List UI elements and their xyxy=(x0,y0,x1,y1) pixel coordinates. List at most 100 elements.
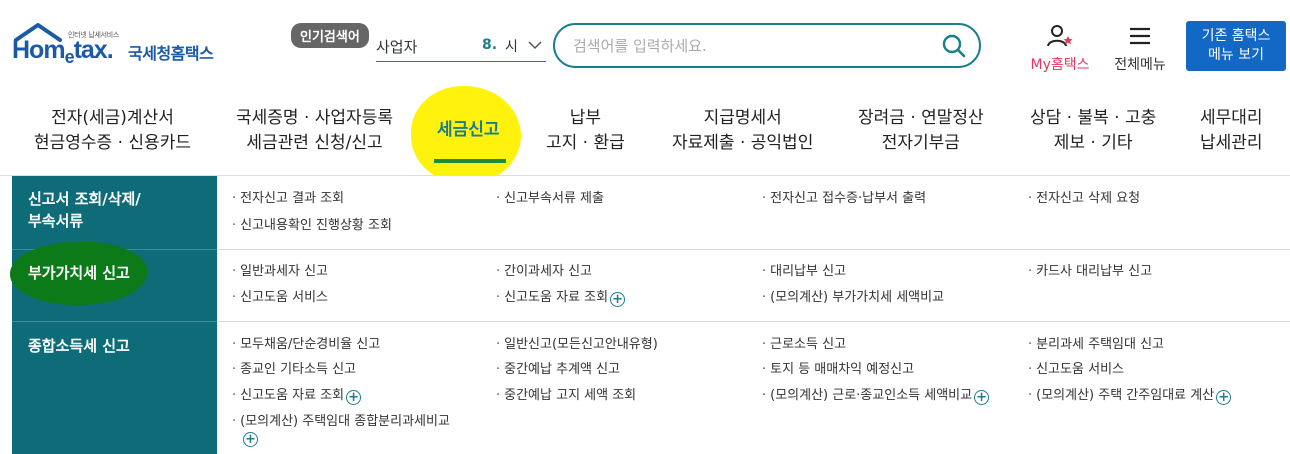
plus-circle-icon[interactable]: + xyxy=(610,292,626,307)
gnb-tax-filing[interactable]: 세금신고 xyxy=(437,118,500,143)
gnb-label-line1: 세금신고 xyxy=(437,120,500,140)
gnb-label-line1: 납부 xyxy=(569,108,602,128)
hometax-logo[interactable]: 인터넷 납세서비스 Hometax. 국세청홈택스 xyxy=(12,22,232,68)
link-label: 모두채움/단순경비율 신고 xyxy=(240,337,381,352)
link-income-land-gain[interactable]: · 토지 등 매매차익 예정신고 xyxy=(762,361,914,379)
user-star-icon xyxy=(1047,25,1073,47)
link-label: 전자신고 삭제 요청 xyxy=(1036,191,1141,206)
logo-wordmark-post: tax. xyxy=(73,36,114,64)
link-vat-proxy[interactable]: · 대리납부 신고 xyxy=(762,263,846,281)
gnb-label-line2: 고지 · 환급 xyxy=(546,133,625,153)
plus-circle-icon[interactable]: + xyxy=(974,390,990,405)
gnb-e-invoice[interactable]: 전자(세금)계산서 현금영수증 · 신용카드 xyxy=(34,106,191,156)
logo-wordmark-e: e xyxy=(64,47,75,67)
link-label: (모의계산) 주택 간주임대료 계산 xyxy=(1036,388,1215,403)
popular-search-badge: 인기검색어 xyxy=(291,23,369,48)
logo-wordmark-pre: Hom xyxy=(12,36,66,64)
search-box xyxy=(553,23,981,68)
link-vat-general[interactable]: · 일반과세자 신고 xyxy=(232,263,328,281)
gnb-label-line1: 국세증명 · 사업자등록 xyxy=(236,108,393,128)
gnb-label-line2: 세금관련 신청/신고 xyxy=(246,133,383,153)
link-income-general[interactable]: · 일반신고(모든신고안내유형) xyxy=(496,336,658,354)
link-income-simulation-deemed-rent[interactable]: · (모의계산) 주택 간주임대료 계산 + xyxy=(1028,387,1232,405)
gnb-label-line2: 제보 · 기타 xyxy=(1053,133,1133,153)
section-title-income-tax[interactable]: 종합소득세 신고 xyxy=(28,335,130,357)
link-label: 근로소득 신고 xyxy=(770,337,847,352)
logo-korean-name: 국세청홈택스 xyxy=(128,44,214,63)
link-income-simulation-rental[interactable]: · (모의계산) 주택임대 종합분리과세비교 xyxy=(232,413,450,431)
gnb-label-line2: 현금영수증 · 신용카드 xyxy=(34,133,191,153)
link-label: 신고도움 서비스 xyxy=(1036,362,1124,377)
gnb-label-line2: 전자기부금 xyxy=(881,133,960,153)
link-label: 간이과세자 신고 xyxy=(504,264,592,279)
chevron-down-icon[interactable] xyxy=(528,40,542,50)
gnb-label-line1: 지급명세서 xyxy=(703,108,782,128)
all-menu-button[interactable]: 전체메뉴 xyxy=(1108,24,1172,74)
gnb-tax-agent[interactable]: 세무대리 납세관리 xyxy=(1200,106,1263,156)
popular-rank-time: 시 xyxy=(505,39,518,55)
popular-rank-word[interactable]: 사업자 xyxy=(376,36,417,57)
link-income-religious[interactable]: · 종교인 기타소득 신고 xyxy=(232,361,356,379)
link-label: 일반과세자 신고 xyxy=(240,264,328,279)
gnb-label-line2: 납세관리 xyxy=(1200,133,1263,153)
link-label: (모의계산) 주택임대 종합분리과세비교 xyxy=(240,414,450,429)
link-income-interim-estimate[interactable]: · 중간예납 추계액 신고 xyxy=(496,361,620,379)
link-label: 대리납부 신고 xyxy=(770,264,847,279)
section-title-line1: 신고서 조회/삭제/ xyxy=(28,190,141,208)
gnb-incentive-yearend[interactable]: 장려금 · 연말정산 전자기부금 xyxy=(858,106,984,156)
link-vat-help-data[interactable]: · 신고도움 자료 조회 + xyxy=(496,289,626,307)
link-income-interim-notice[interactable]: · 중간예납 고지 세액 조회 xyxy=(496,387,636,405)
section-divider xyxy=(217,321,1290,322)
gnb-consult-appeal[interactable]: 상담 · 불복 · 고충 제보 · 기타 xyxy=(1030,106,1156,156)
section-divider xyxy=(217,249,1290,250)
link-label: 일반신고(모든신고안내유형) xyxy=(504,337,658,352)
link-label: 신고도움 자료 조회 xyxy=(504,290,609,305)
my-hometax-label: My홈택스 xyxy=(1030,57,1090,73)
link-label: 전자신고 접수증·납부서 출력 xyxy=(770,191,927,206)
gnb-payment-statement[interactable]: 지급명세서 자료제출 · 공익법인 xyxy=(672,106,813,156)
link-label: 분리과세 주택임대 신고 xyxy=(1036,337,1165,352)
popular-search-ticker[interactable]: 사업자 8. 시 xyxy=(376,32,546,62)
gnb-payment[interactable]: 납부 고지 · 환급 xyxy=(546,106,625,156)
link-vat-card-proxy[interactable]: · 카드사 대리납부 신고 xyxy=(1028,263,1152,281)
link-label: 종교인 기타소득 신고 xyxy=(240,362,357,377)
link-efile-result[interactable]: · 전자신고 결과 조회 xyxy=(232,190,344,208)
link-receipt-print[interactable]: · 전자신고 접수증·납부서 출력 xyxy=(762,190,926,208)
link-income-simulation-earned[interactable]: · (모의계산) 근로·종교인소득 세액비교 + xyxy=(762,387,990,405)
link-vat-simulation[interactable]: · (모의계산) 부가가치세 세액비교 xyxy=(762,289,944,307)
link-income-help-service[interactable]: · 신고도움 서비스 xyxy=(1028,361,1124,379)
link-label: 토지 등 매매차익 예정신고 xyxy=(770,362,915,377)
link-vat-simplified[interactable]: · 간이과세자 신고 xyxy=(496,263,592,281)
plus-circle-icon[interactable]: + xyxy=(243,432,258,447)
link-income-rental-separate[interactable]: · 분리과세 주택임대 신고 xyxy=(1028,336,1164,354)
search-icon[interactable] xyxy=(941,33,967,59)
link-label: 신고내용확인 진행상황 조회 xyxy=(240,218,392,233)
link-label: 카드사 대리납부 신고 xyxy=(1036,264,1153,279)
link-efile-delete[interactable]: · 전자신고 삭제 요청 xyxy=(1028,190,1140,208)
link-vat-help-service[interactable]: · 신고도움 서비스 xyxy=(232,289,328,307)
gnb-label-line1: 상담 · 불복 · 고충 xyxy=(1030,108,1157,128)
link-income-prefilled[interactable]: · 모두채움/단순경비율 신고 xyxy=(232,336,380,354)
plus-circle-icon[interactable]: + xyxy=(1216,390,1232,405)
logo-wordmark: Hometax. xyxy=(12,36,114,67)
search-input[interactable] xyxy=(573,34,913,58)
link-attachment-submit[interactable]: · 신고부속서류 제출 xyxy=(496,190,604,208)
plus-circle-icon[interactable]: + xyxy=(346,390,362,405)
gnb-label-line1: 전자(세금)계산서 xyxy=(51,108,174,128)
legacy-menu-line2: 메뉴 보기 xyxy=(1208,47,1264,63)
legacy-menu-button[interactable]: 기존 홈택스 메뉴 보기 xyxy=(1186,21,1286,71)
gnb-label-line1: 장려금 · 연말정산 xyxy=(858,108,984,128)
section-title-return-inquiry[interactable]: 신고서 조회/삭제/ 부속서류 xyxy=(28,188,141,232)
link-review-status[interactable]: · 신고내용확인 진행상황 조회 xyxy=(232,217,392,235)
my-hometax-button[interactable]: My홈택스 xyxy=(1024,24,1096,74)
legacy-menu-line1: 기존 홈택스 xyxy=(1201,28,1271,44)
link-income-earned[interactable]: · 근로소득 신고 xyxy=(762,336,846,354)
section-divider xyxy=(12,321,217,322)
section-title-vat[interactable]: 부가가치세 신고 xyxy=(28,262,130,284)
gnb-label-line1: 세무대리 xyxy=(1200,108,1263,128)
link-label: 신고도움 자료 조회 xyxy=(240,388,345,403)
link-label: 전자신고 결과 조회 xyxy=(240,191,345,206)
gnb-certificate-registration[interactable]: 국세증명 · 사업자등록 세금관련 신청/신고 xyxy=(236,106,393,156)
all-menu-label: 전체메뉴 xyxy=(1114,57,1166,73)
link-income-help-data[interactable]: · 신고도움 자료 조회 + xyxy=(232,387,362,405)
